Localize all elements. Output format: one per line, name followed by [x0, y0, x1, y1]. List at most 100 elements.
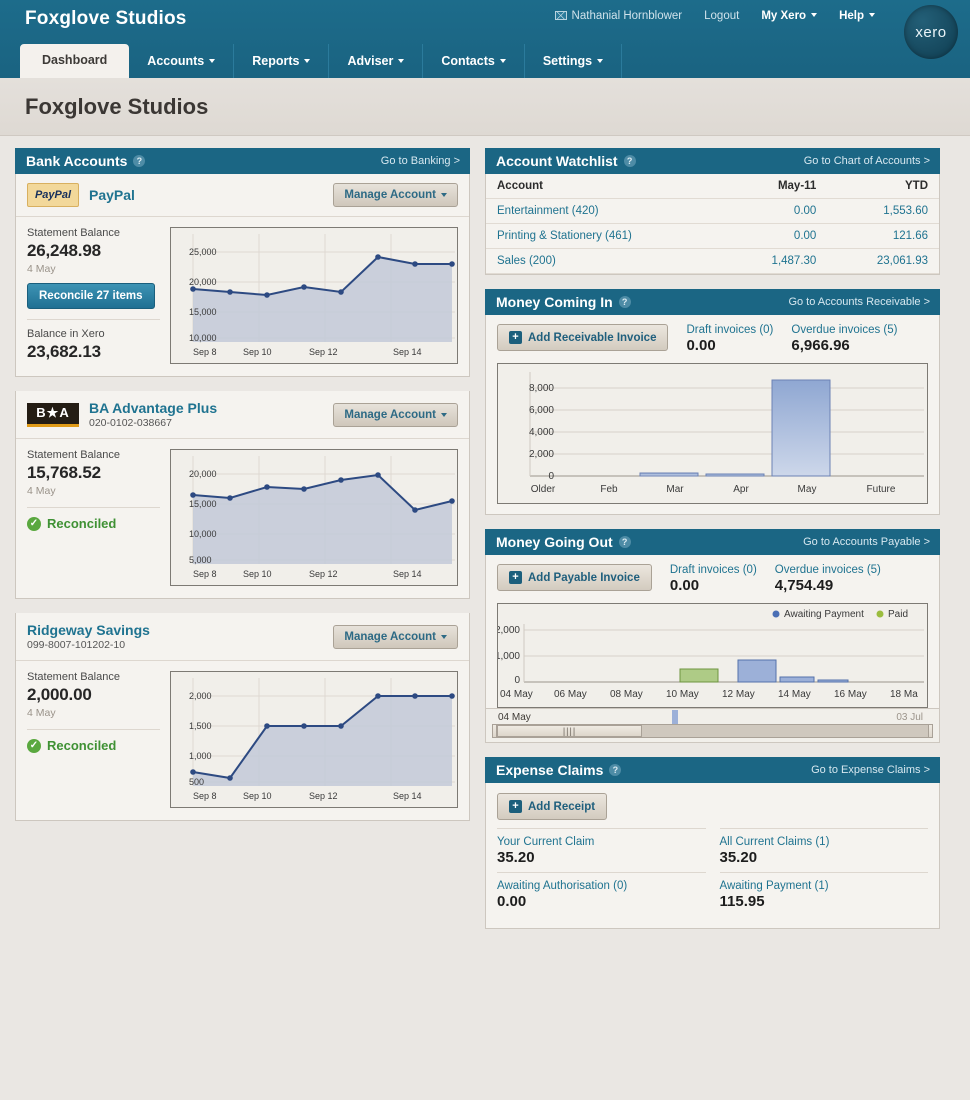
add-receipt-label: Add Receipt	[528, 800, 596, 813]
svg-text:08 May: 08 May	[610, 689, 643, 700]
bank-account-name[interactable]: Ridgeway Savings	[27, 622, 150, 638]
account-watchlist-title: Account Watchlist	[496, 153, 618, 169]
svg-text:Future: Future	[867, 484, 896, 495]
bank-account-name[interactable]: BA Advantage Plus	[89, 400, 217, 416]
divider	[27, 729, 160, 730]
user-menu[interactable]: Nathanial Hornblower	[544, 10, 694, 22]
help-icon[interactable]: ?	[609, 764, 622, 776]
overdue-invoices-stat: Overdue invoices (5) 6,966.96	[791, 324, 897, 354]
chart-legend: Awaiting Payment Paid	[772, 609, 908, 620]
help-icon[interactable]: ?	[623, 155, 636, 167]
all-current-claims-item: All Current Claims (1) 35.20	[719, 828, 929, 872]
overdue-invoices-value: 6,966.96	[791, 337, 850, 354]
chart-date-scroller[interactable]: 04 May 03 Jul ◀ ▶ ||||	[486, 708, 939, 742]
svg-text:16 May: 16 May	[834, 689, 867, 700]
add-receivable-invoice-button[interactable]: + Add Receivable Invoice	[497, 324, 669, 351]
xero-logo[interactable]: xero	[904, 5, 958, 59]
svg-text:Sep 8: Sep 8	[193, 791, 217, 801]
expense-claims-header: Expense Claims ? Go to Expense Claims >	[485, 757, 940, 783]
statement-balance-value: 26,248.98	[27, 241, 101, 260]
expense-claims-panel: Expense Claims ? Go to Expense Claims > …	[485, 757, 940, 929]
bank-account-card: Ridgeway Savings 099-8007-101202-10 Mana…	[15, 613, 470, 821]
account-name-cell[interactable]: Entertainment (420)	[486, 198, 726, 224]
table-row[interactable]: Entertainment (420) 0.00 1,553.60	[486, 198, 939, 224]
your-current-claim-value: 35.20	[497, 849, 535, 866]
money-coming-in-chart: 8,000 6,000 4,000 2,000 0 Older Feb Mar …	[497, 363, 928, 504]
statement-balance-value: 15,768.52	[27, 463, 101, 482]
help-menu[interactable]: Help	[828, 10, 886, 22]
help-icon[interactable]: ?	[133, 155, 146, 167]
balance-in-xero-label: Balance in Xero	[27, 328, 105, 340]
svg-text:2,000: 2,000	[529, 449, 554, 460]
go-to-chart-of-accounts-link[interactable]: Go to Chart of Accounts >	[804, 155, 930, 167]
money-going-out-chart-svg: Awaiting Payment Paid ,000 ,000 0 04 May…	[495, 604, 926, 704]
go-to-accounts-receivable-link[interactable]: Go to Accounts Receivable >	[788, 296, 930, 308]
plus-icon: +	[509, 571, 522, 584]
all-current-claims-label[interactable]: All Current Claims (1)	[720, 836, 929, 848]
chevron-down-icon	[441, 634, 447, 639]
tab-reports[interactable]: Reports	[234, 44, 330, 78]
awaiting-payment-value: 115.95	[719, 893, 765, 910]
statement-balance-label: Statement Balance	[27, 671, 120, 683]
svg-text:10 May: 10 May	[666, 689, 699, 700]
logout-link[interactable]: Logout	[693, 10, 750, 22]
overdue-invoices-value: 4,754.49	[774, 577, 834, 594]
add-payable-invoice-button[interactable]: + Add Payable Invoice	[497, 564, 652, 591]
svg-text:0: 0	[514, 675, 520, 686]
svg-text:1,000: 1,000	[189, 751, 212, 761]
svg-text:Sep 10: Sep 10	[243, 347, 272, 357]
expense-claims-grid: Your Current Claim 35.20 Awaiting Author…	[486, 824, 939, 928]
tab-dashboard[interactable]: Dashboard	[20, 44, 130, 78]
account-name-cell[interactable]: Printing & Stationery (461)	[486, 223, 726, 249]
table-row[interactable]: Sales (200) 1,487.30 23,061.93	[486, 248, 939, 274]
manage-account-button[interactable]: Manage Account	[333, 624, 458, 649]
go-to-expense-claims-link[interactable]: Go to Expense Claims >	[811, 764, 930, 776]
tab-contacts[interactable]: Contacts	[423, 44, 525, 78]
awaiting-authorisation-label[interactable]: Awaiting Authorisation (0)	[497, 880, 706, 892]
scroll-thumb[interactable]: ||||	[497, 725, 642, 737]
draft-invoices-label[interactable]: Draft invoices (0)	[686, 324, 773, 336]
tab-settings[interactable]: Settings	[525, 44, 623, 78]
bank-account-number: 099-8007-101202-10	[27, 639, 126, 651]
svg-text:18 Ma: 18 Ma	[890, 689, 918, 700]
paypal-balance-chart-svg: 25,000 20,000 15,000 10,000 Sep 8 Sep 10…	[171, 228, 457, 360]
go-to-banking-link[interactable]: Go to Banking >	[381, 155, 460, 167]
my-xero-menu[interactable]: My Xero	[750, 10, 828, 22]
tab-adviser[interactable]: Adviser	[329, 44, 424, 78]
xero-logo-text: xero	[915, 23, 947, 41]
dashboard-columns: Bank Accounts ? Go to Banking > PayPal P…	[0, 136, 970, 943]
tab-accounts[interactable]: Accounts	[129, 44, 235, 78]
expense-claims-column-right: All Current Claims (1) 35.20 Awaiting Pa…	[719, 828, 929, 916]
help-icon[interactable]: ?	[618, 536, 631, 548]
draft-invoices-label[interactable]: Draft invoices (0)	[670, 564, 757, 576]
money-coming-in-body: + Add Receivable Invoice Draft invoices …	[485, 315, 940, 515]
manage-account-button[interactable]: Manage Account	[333, 402, 458, 427]
top-bar: Foxglove Studios Nathanial Hornblower Lo…	[0, 0, 970, 78]
payable-summary-row: + Add Payable Invoice Draft invoices (0)…	[486, 555, 939, 603]
bank-account-name[interactable]: PayPal	[89, 187, 135, 203]
your-current-claim-item: Your Current Claim 35.20	[497, 828, 706, 872]
awaiting-payment-label[interactable]: Awaiting Payment (1)	[720, 880, 929, 892]
account-watchlist-body: Account May-11 YTD Entertainment (420) 0…	[485, 174, 940, 275]
left-column: Bank Accounts ? Go to Banking > PayPal P…	[15, 148, 470, 943]
chevron-down-icon	[869, 13, 875, 17]
manage-account-button[interactable]: Manage Account	[333, 183, 458, 207]
go-to-accounts-payable-link[interactable]: Go to Accounts Payable >	[803, 536, 930, 548]
bank-account-body: Statement Balance 2,000.00 4 May ✓ Recon…	[16, 661, 469, 820]
chevron-down-icon	[811, 13, 818, 17]
tab-label: Adviser	[347, 54, 394, 68]
period-value-cell: 0.00	[725, 223, 828, 249]
check-icon: ✓	[27, 738, 41, 753]
overdue-invoices-label[interactable]: Overdue invoices (5)	[775, 564, 881, 576]
your-current-claim-label[interactable]: Your Current Claim	[497, 836, 706, 848]
reconciled-label: Reconciled	[47, 738, 117, 753]
plus-icon: +	[509, 800, 522, 813]
reconcile-button[interactable]: Reconcile 27 items	[27, 283, 155, 309]
help-label: Help	[839, 10, 864, 22]
help-icon[interactable]: ?	[618, 296, 631, 308]
scroll-track[interactable]: ||||	[496, 724, 929, 738]
table-row[interactable]: Printing & Stationery (461) 0.00 121.66	[486, 223, 939, 249]
add-receipt-button[interactable]: + Add Receipt	[497, 793, 608, 820]
account-name-cell[interactable]: Sales (200)	[486, 248, 726, 274]
overdue-invoices-label[interactable]: Overdue invoices (5)	[791, 324, 897, 336]
